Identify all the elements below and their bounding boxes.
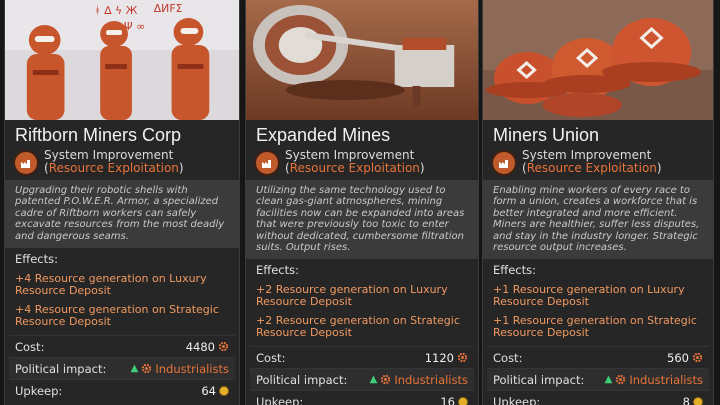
effects-label: Effects:	[15, 252, 58, 267]
upkeep-value: 64	[201, 383, 216, 398]
card-art-miners: ᚼ ∆ ϟ ЖΔИϜΣ ᛃ Ψ ∞ЖΞ	[5, 0, 239, 120]
card-title: Riftborn Miners Corp	[15, 125, 182, 145]
improvement-card-expanded-mines[interactable]: Expanded Mines System Improvement (Resou…	[245, 0, 479, 405]
type-category-link[interactable]: Resource Exploitation	[49, 161, 179, 175]
improvement-type: System Improvement (Resource Exploitatio…	[5, 147, 239, 176]
upkeep-value: 8	[682, 394, 690, 405]
upkeep-label: Upkeep:	[256, 394, 304, 405]
effect-luxury: +2 Resource generation on Luxury Resourc…	[256, 283, 448, 309]
arrow-up-icon: ▲	[130, 363, 139, 375]
cog-icon	[142, 363, 152, 374]
card-description: Enabling mine workers of every race to f…	[483, 180, 713, 260]
cost-row: Cost: 4480	[9, 335, 235, 357]
upkeep-value: 16	[440, 394, 455, 405]
cost-label: Cost:	[15, 339, 45, 354]
improvement-card-riftborn-miners-corp[interactable]: ᚼ ∆ ϟ ЖΔИϜΣ ᛃ Ψ ∞ЖΞ Riftb	[4, 0, 240, 405]
political-impact-row: Political impact: ▲ Industrialists	[9, 357, 235, 380]
upkeep-label: Upkeep:	[493, 394, 541, 405]
faction-industrialists[interactable]: Industrialists	[394, 373, 468, 387]
improvement-type: System Improvement (Resource Exploitatio…	[246, 147, 478, 176]
card-art-mining-facility	[246, 0, 478, 120]
effects-label: Effects:	[256, 263, 299, 278]
cost-row: Cost: 1120	[250, 346, 474, 368]
effects-section: Effects: +4 Resource generation on Luxur…	[5, 248, 239, 328]
cost-value: 560	[667, 350, 689, 365]
cog-icon	[616, 375, 626, 385]
card-description: Utilizing the same technology used to cl…	[246, 180, 478, 260]
svg-text:ΔИϜΣ: ΔИϜΣ	[154, 2, 183, 15]
cost-value: 4480	[185, 339, 215, 354]
upkeep-row: Upkeep: 8	[487, 390, 709, 405]
upkeep-row: Upkeep: 16	[250, 390, 474, 405]
arrow-up-icon: ▲	[369, 374, 378, 386]
dust-coin-icon	[219, 385, 229, 396]
dust-coin-icon	[693, 396, 703, 405]
industry-icon	[692, 353, 703, 363]
factory-icon	[491, 150, 517, 176]
political-impact-label: Political impact:	[256, 372, 348, 387]
political-impact-row: Political impact: ▲ Industrialists	[487, 368, 709, 391]
card-art-helmets	[483, 0, 713, 120]
faction-industrialists[interactable]: Industrialists	[629, 373, 703, 387]
type-suffix: )	[178, 161, 184, 175]
upkeep-row: Upkeep: 64	[9, 379, 235, 401]
svg-text:ᚼ ∆ ϟ Ж: ᚼ ∆ ϟ Ж	[94, 4, 137, 17]
factory-icon	[13, 150, 39, 176]
political-impact-label: Political impact:	[493, 372, 585, 387]
effect-strategic: +1 Resource generation on Strategic Reso…	[493, 314, 697, 340]
effect-luxury: +4 Resource generation on Luxury Resourc…	[15, 272, 207, 298]
effect-luxury: +1 Resource generation on Luxury Resourc…	[493, 283, 685, 309]
cost-row: Cost: 560	[487, 346, 709, 368]
effects-section: Effects: +1 Resource generation on Luxur…	[483, 259, 713, 339]
factory-icon	[254, 150, 280, 176]
arrow-up-icon: ▲	[604, 374, 613, 386]
effects-section: Effects: +2 Resource generation on Luxur…	[246, 259, 478, 339]
cost-value: 1120	[424, 350, 454, 365]
political-impact-label: Political impact:	[15, 361, 107, 376]
card-title: Miners Union	[493, 125, 600, 145]
effect-strategic: +4 Resource generation on Strategic Reso…	[15, 303, 219, 329]
type-suffix: )	[419, 161, 425, 175]
upkeep-label: Upkeep:	[15, 383, 63, 398]
card-title: Expanded Mines	[256, 125, 391, 145]
type-suffix: )	[656, 161, 662, 175]
type-category-link[interactable]: Resource Exploitation	[290, 161, 420, 175]
faction-industrialists[interactable]: Industrialists	[155, 362, 229, 376]
effect-strategic: +2 Resource generation on Strategic Reso…	[256, 314, 460, 340]
cog-icon	[381, 375, 391, 385]
improvement-type: System Improvement (Resource Exploitatio…	[483, 147, 713, 176]
industry-icon	[218, 341, 229, 352]
card-description: Upgrading their robotic shells with pate…	[5, 180, 239, 249]
cost-label: Cost:	[493, 350, 523, 365]
improvement-card-miners-union[interactable]: Miners Union System Improvement (Resourc…	[482, 0, 714, 405]
dust-coin-icon	[458, 396, 468, 405]
effects-label: Effects:	[493, 263, 536, 278]
cost-label: Cost:	[256, 350, 286, 365]
political-impact-row: Political impact: ▲ Industrialists	[250, 368, 474, 391]
industry-icon	[457, 353, 468, 363]
type-category-link[interactable]: Resource Exploitation	[527, 161, 657, 175]
